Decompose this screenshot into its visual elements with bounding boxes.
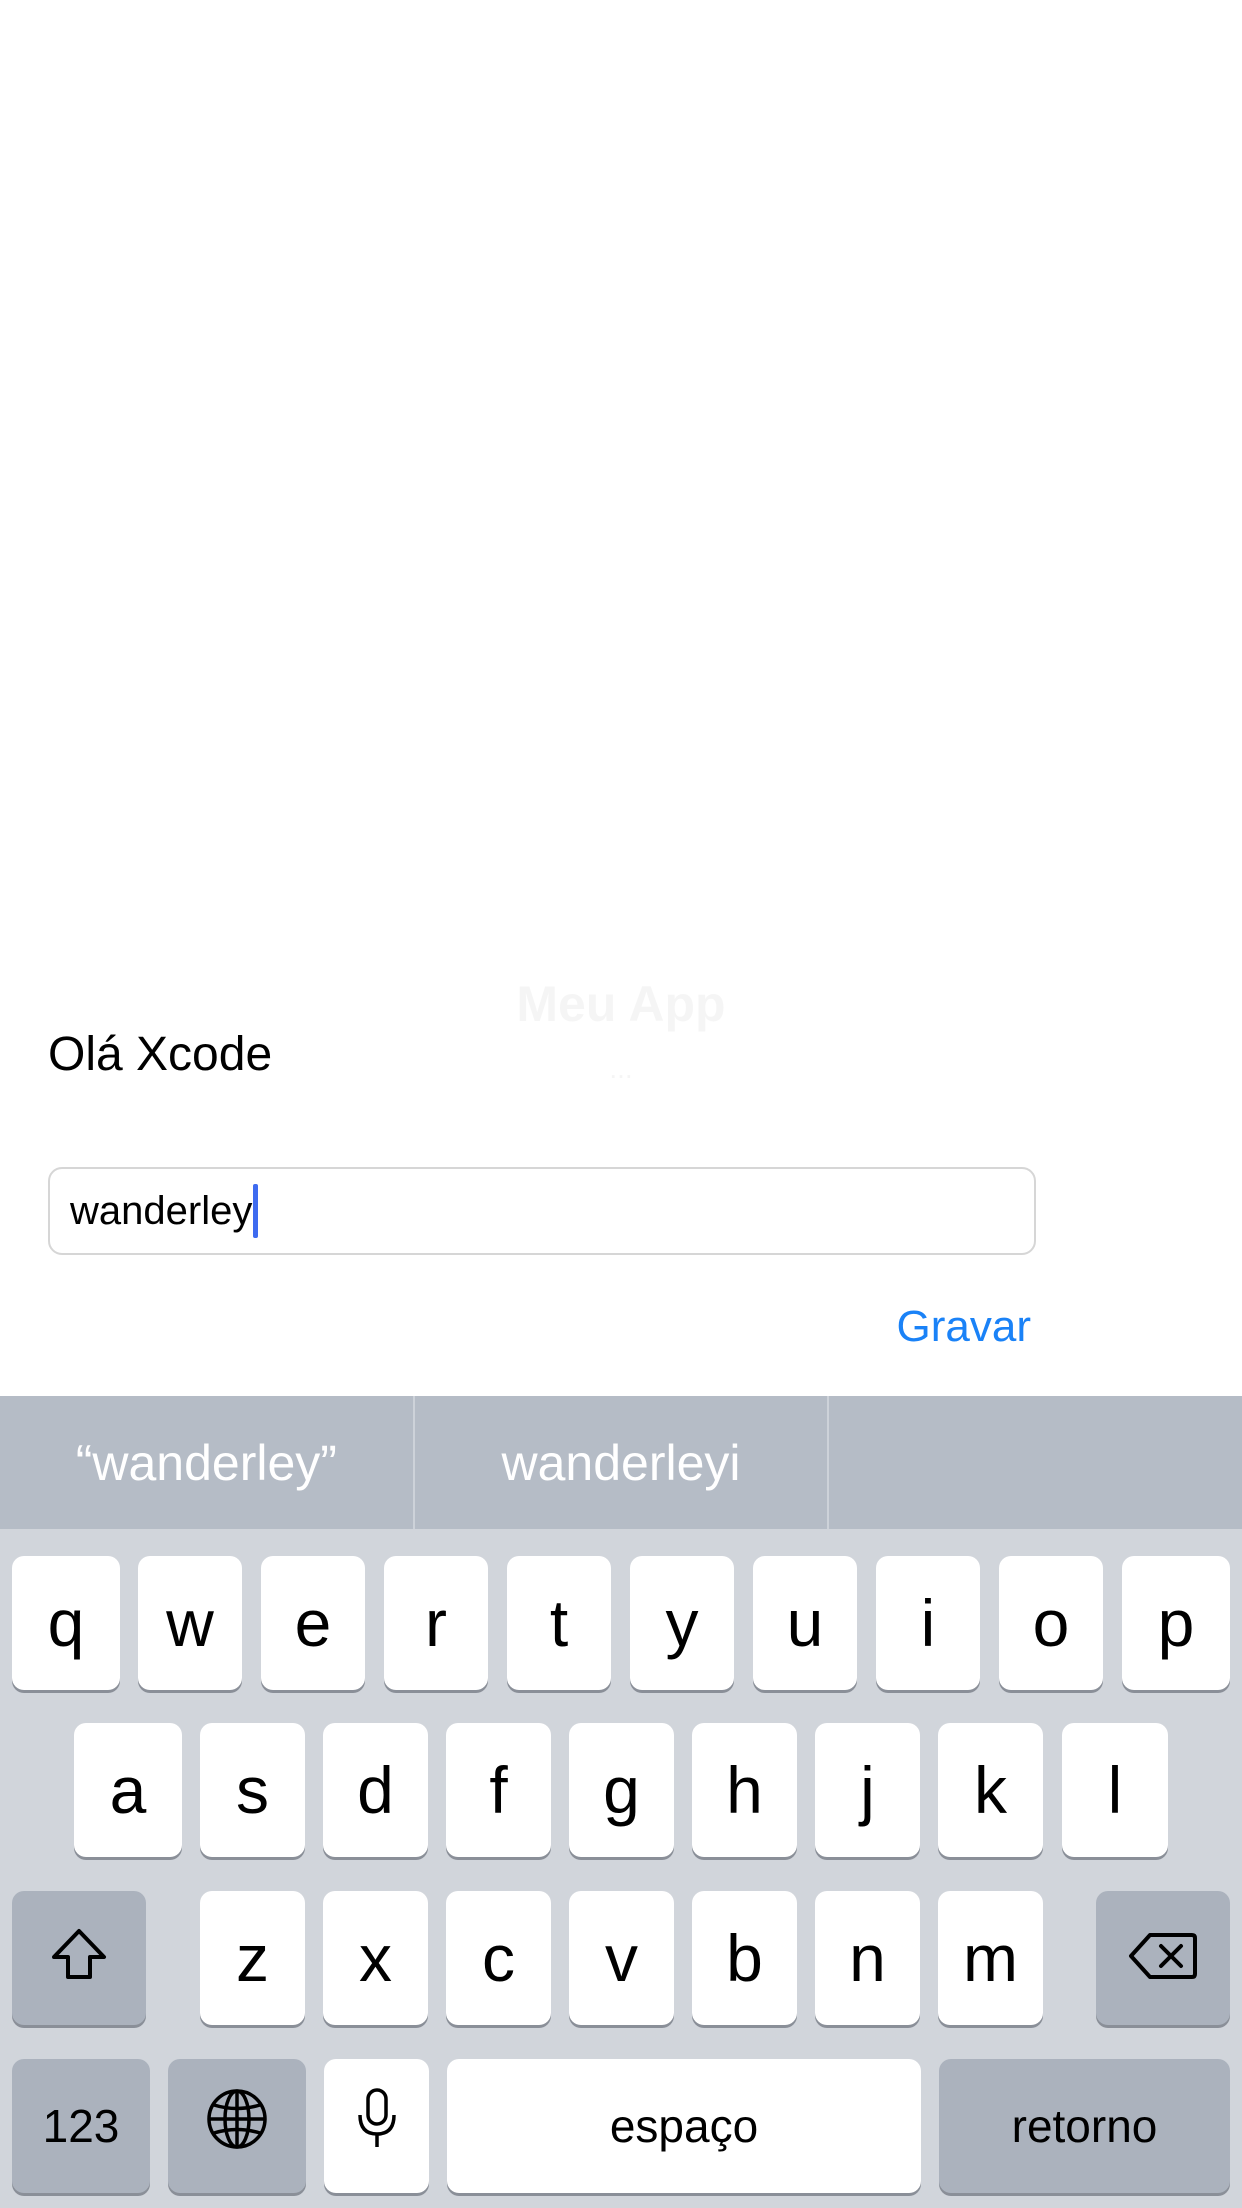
key-x[interactable]: x <box>323 1891 428 2025</box>
suggestion-item[interactable] <box>829 1396 1242 1529</box>
numbers-key-label: 123 <box>42 2100 120 2152</box>
key-q[interactable]: q <box>12 1556 120 1690</box>
globe-key[interactable] <box>168 2059 306 2193</box>
key-t[interactable]: t <box>507 1556 611 1690</box>
key-o[interactable]: o <box>999 1556 1103 1690</box>
shift-icon <box>50 1920 108 1996</box>
key-s[interactable]: s <box>200 1723 305 1857</box>
name-text-field[interactable]: wanderley <box>48 1167 1036 1255</box>
app-screen: Meu App ... Olá Xcode wanderley Gravar “… <box>0 0 1242 2208</box>
key-m[interactable]: m <box>938 1891 1043 2025</box>
key-u[interactable]: u <box>753 1556 857 1690</box>
suggestion-bar: “wanderley” wanderleyi <box>0 1396 1242 1529</box>
key-l[interactable]: l <box>1062 1723 1168 1857</box>
key-j[interactable]: j <box>815 1723 920 1857</box>
key-h[interactable]: h <box>692 1723 797 1857</box>
microphone-icon <box>355 2087 399 2166</box>
numbers-key[interactable]: 123 <box>12 2059 150 2193</box>
key-y[interactable]: y <box>630 1556 734 1690</box>
key-f[interactable]: f <box>446 1723 551 1857</box>
space-key[interactable]: espaço <box>447 2059 921 2193</box>
key-d[interactable]: d <box>323 1723 428 1857</box>
greeting-label: Olá Xcode <box>48 1028 273 1081</box>
suggestion-item[interactable]: wanderleyi <box>415 1396 828 1529</box>
key-g[interactable]: g <box>569 1723 674 1857</box>
key-n[interactable]: n <box>815 1891 920 2025</box>
text-cursor <box>253 1184 259 1238</box>
name-field-value: wanderley <box>70 1188 253 1233</box>
key-r[interactable]: r <box>384 1556 488 1690</box>
microphone-key[interactable] <box>324 2059 429 2193</box>
key-c[interactable]: c <box>446 1891 551 2025</box>
return-key-label: retorno <box>1011 2100 1158 2152</box>
return-key[interactable]: retorno <box>939 2059 1230 2193</box>
suggestion-item[interactable]: “wanderley” <box>0 1396 413 1529</box>
space-key-label: espaço <box>609 2100 759 2152</box>
key-z[interactable]: z <box>200 1891 305 2025</box>
key-v[interactable]: v <box>569 1891 674 2025</box>
backspace-icon <box>1128 1920 1198 1996</box>
key-i[interactable]: i <box>876 1556 980 1690</box>
key-a[interactable]: a <box>74 1723 182 1857</box>
key-p[interactable]: p <box>1122 1556 1230 1690</box>
keyboard: “wanderley” wanderleyi q w e r t y u i o… <box>0 1396 1242 2208</box>
backspace-key[interactable] <box>1096 1891 1230 2025</box>
key-b[interactable]: b <box>692 1891 797 2025</box>
shift-key[interactable] <box>12 1891 146 2025</box>
key-k[interactable]: k <box>938 1723 1043 1857</box>
key-w[interactable]: w <box>138 1556 242 1690</box>
globe-icon <box>206 2088 268 2165</box>
key-e[interactable]: e <box>261 1556 365 1690</box>
save-button[interactable]: Gravar <box>897 1302 1031 1352</box>
